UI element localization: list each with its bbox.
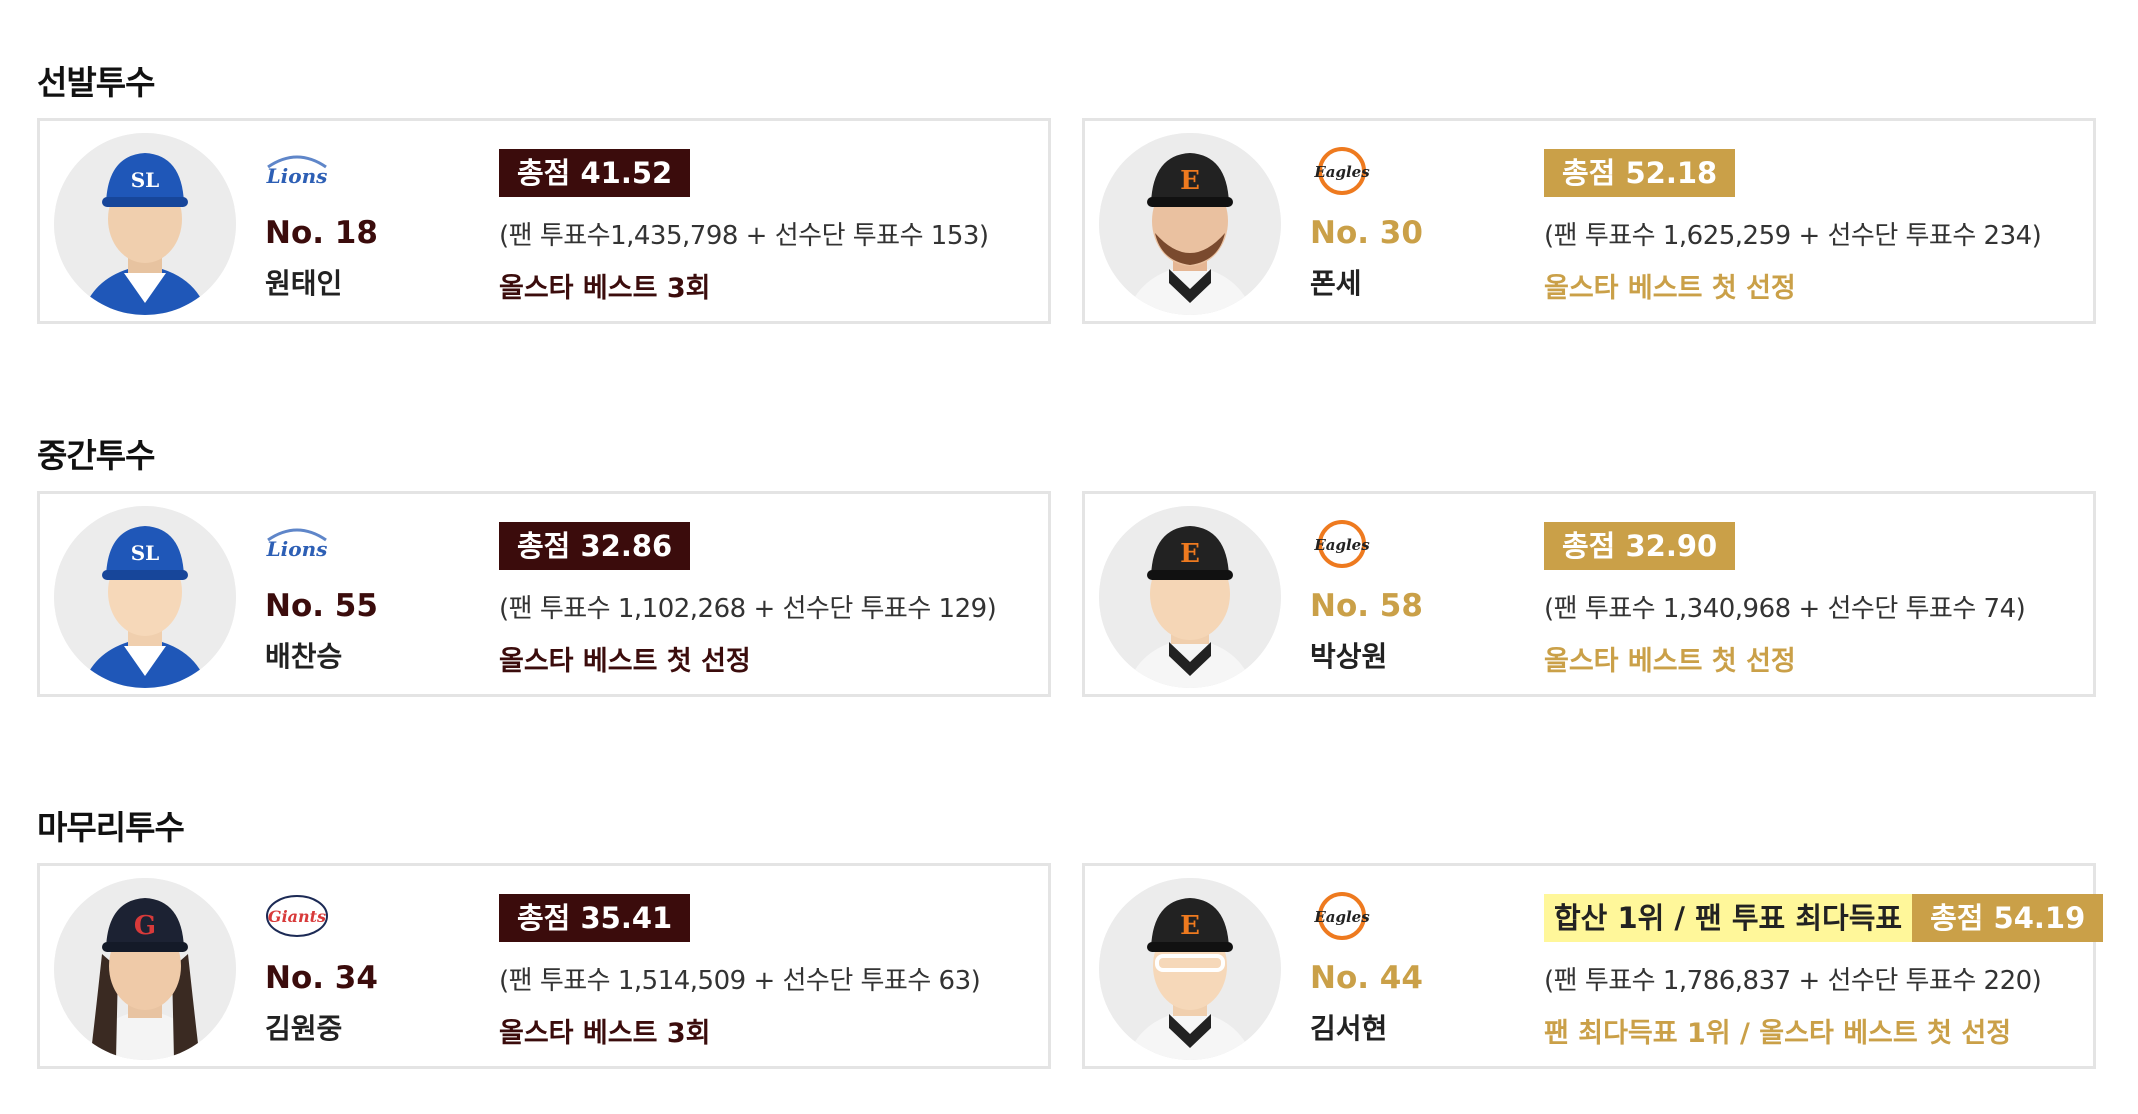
svg-text:Lions: Lions <box>266 537 328 561</box>
vote-breakdown: (팬 투표수 1,340,968 + 선수단 투표수 74) <box>1544 594 2026 624</box>
allstar-note: 올스타 베스트 첫 선정 <box>499 646 751 677</box>
vote-breakdown: (팬 투표수 1,102,268 + 선수단 투표수 129) <box>499 594 997 624</box>
eagles-logo-icon: Eagles <box>1309 145 1375 197</box>
svg-text:G: G <box>134 911 156 941</box>
svg-text:SL: SL <box>131 168 160 192</box>
svg-text:SL: SL <box>131 541 160 565</box>
lions-logo-icon: Lions <box>264 145 330 197</box>
vote-breakdown: (팬 투표수 1,514,509 + 선수단 투표수 63) <box>499 966 981 996</box>
total-score-badge: 총점 52.18 <box>1544 149 1736 197</box>
giants-logo-icon: Giants <box>264 890 330 942</box>
section-title-starting-pitcher: 선발투수 <box>37 63 155 102</box>
player-name: 배찬승 <box>265 640 343 673</box>
player-photo: E <box>1099 878 1281 1060</box>
svg-text:Eagles: Eagles <box>1313 163 1370 181</box>
player-card[interactable]: SL Lions No. 55 배찬승 총점 32.86 (팬 투표수 1,10… <box>37 491 1051 697</box>
allstar-note: 올스타 베스트 첫 선정 <box>1544 273 1796 304</box>
vote-breakdown: (팬 투표수 1,786,837 + 선수단 투표수 220) <box>1544 966 2042 996</box>
section-title-middle-pitcher: 중간투수 <box>37 436 155 475</box>
player-name: 김서현 <box>1310 1012 1388 1045</box>
player-name: 김원중 <box>265 1012 343 1045</box>
svg-text:Eagles: Eagles <box>1313 908 1370 926</box>
player-number: No. 44 <box>1310 960 1423 996</box>
player-photo: E <box>1099 506 1281 688</box>
lions-logo-icon: Lions <box>264 518 330 570</box>
player-card[interactable]: E Eagles No. 44 김서현 합산 1위 / 팬 투표 최다득표 총점… <box>1082 863 2104 1069</box>
svg-text:Giants: Giants <box>268 907 326 926</box>
total-score-badge: 총점 32.86 <box>499 522 691 570</box>
top-vote-highlight-badge: 합산 1위 / 팬 투표 최다득표 <box>1544 894 1913 942</box>
total-score-badge: 총점 32.90 <box>1544 522 1736 570</box>
total-score-badge: 총점 35.41 <box>499 894 691 942</box>
player-card[interactable]: E Eagles No. 30 폰세 총점 52.18 (팬 투표수 1,625… <box>1082 118 2096 324</box>
svg-text:E: E <box>1180 539 1200 569</box>
player-number: No. 30 <box>1310 215 1423 251</box>
allstar-note: 팬 최다득표 1위 / 올스타 베스트 첫 선정 <box>1544 1018 2012 1049</box>
player-photo: E <box>1099 133 1281 315</box>
svg-text:E: E <box>1180 166 1200 196</box>
player-name: 박상원 <box>1310 640 1388 673</box>
vote-breakdown: (팬 투표수 1,625,259 + 선수단 투표수 234) <box>1544 221 2042 251</box>
svg-text:Eagles: Eagles <box>1313 536 1370 554</box>
allstar-note: 올스타 베스트 3회 <box>499 1018 711 1049</box>
player-card[interactable]: E Eagles No. 58 박상원 총점 32.90 (팬 투표수 1,34… <box>1082 491 2096 697</box>
total-score-badge: 총점 54.19 <box>1912 894 2104 942</box>
eagles-logo-icon: Eagles <box>1309 518 1375 570</box>
player-number: No. 58 <box>1310 588 1423 624</box>
allstar-note: 올스타 베스트 3회 <box>499 273 711 304</box>
player-number: No. 55 <box>265 588 378 624</box>
player-number: No. 34 <box>265 960 378 996</box>
eagles-logo-icon: Eagles <box>1309 890 1375 942</box>
svg-text:E: E <box>1180 911 1200 941</box>
player-photo: SL <box>54 506 236 688</box>
vote-breakdown: (팬 투표수1,435,798 + 선수단 투표수 153) <box>499 221 989 251</box>
player-card[interactable]: SL Lions No. 18 원태인 총점 41.52 (팬 투표수1,435… <box>37 118 1051 324</box>
player-photo: G <box>54 878 236 1060</box>
section-title-closing-pitcher: 마무리투수 <box>37 808 185 847</box>
total-score-badge: 총점 41.52 <box>499 149 691 197</box>
svg-text:Lions: Lions <box>266 164 328 188</box>
player-number: No. 18 <box>265 215 378 251</box>
player-name: 원태인 <box>265 267 343 300</box>
player-name: 폰세 <box>1310 267 1362 300</box>
player-card[interactable]: G Giants No. 34 김원중 총점 35.41 (팬 투표수 1,51… <box>37 863 1051 1069</box>
player-photo: SL <box>54 133 236 315</box>
allstar-note: 올스타 베스트 첫 선정 <box>1544 646 1796 677</box>
